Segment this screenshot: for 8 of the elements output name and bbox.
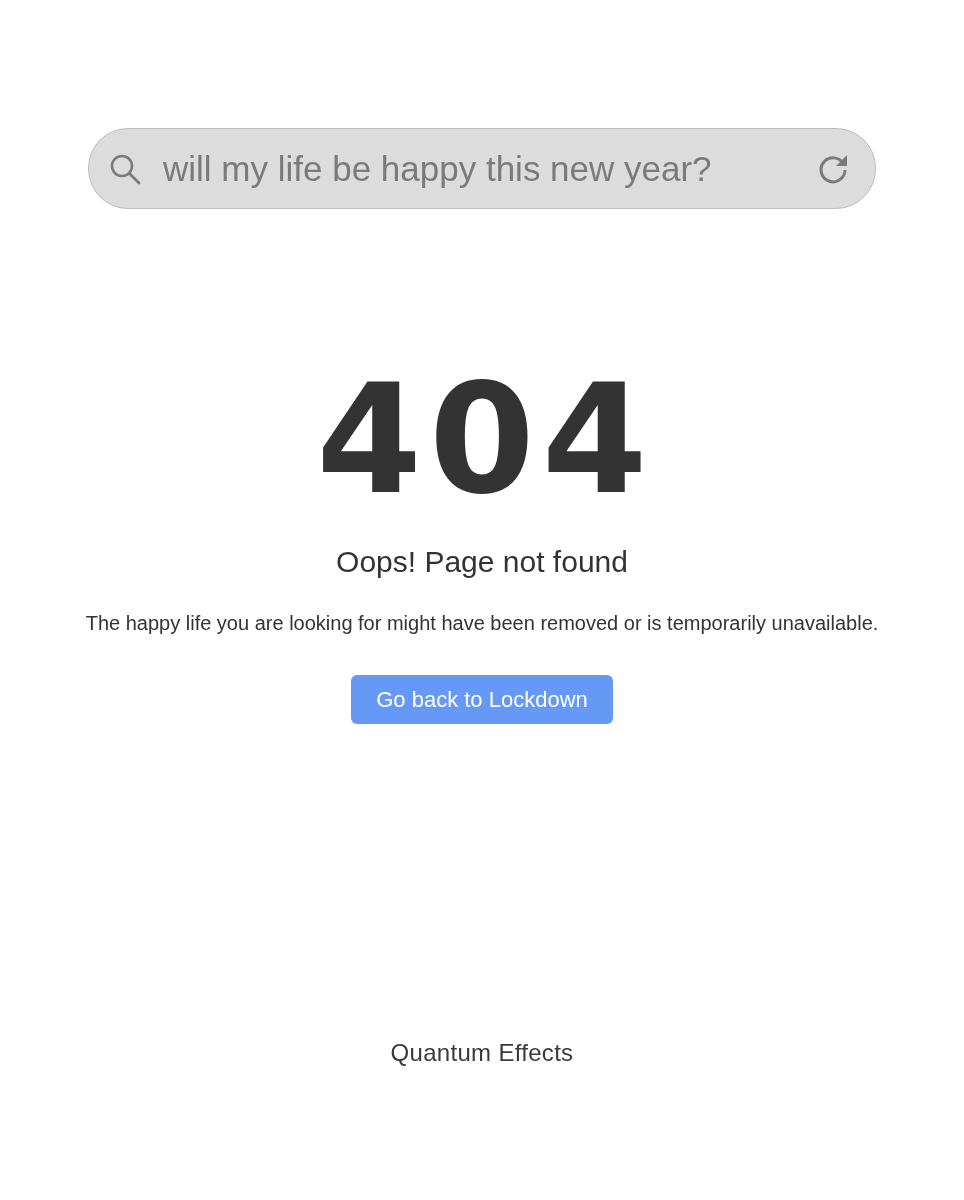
error-code: 404	[315, 364, 655, 516]
error-message: The happy life you are looking for might have been removed or is temporarily unavailable.	[85, 611, 879, 635]
brand-name: Quantum Effects	[390, 1039, 574, 1067]
search-icon	[109, 152, 141, 185]
back-button[interactable]: Go back to Lockdown	[351, 675, 613, 724]
search-field[interactable]: will my life be happy this new year?	[88, 128, 876, 209]
error-title: Oops! Page not found	[336, 544, 628, 580]
search-input[interactable]: will my life be happy this new year?	[163, 148, 795, 189]
